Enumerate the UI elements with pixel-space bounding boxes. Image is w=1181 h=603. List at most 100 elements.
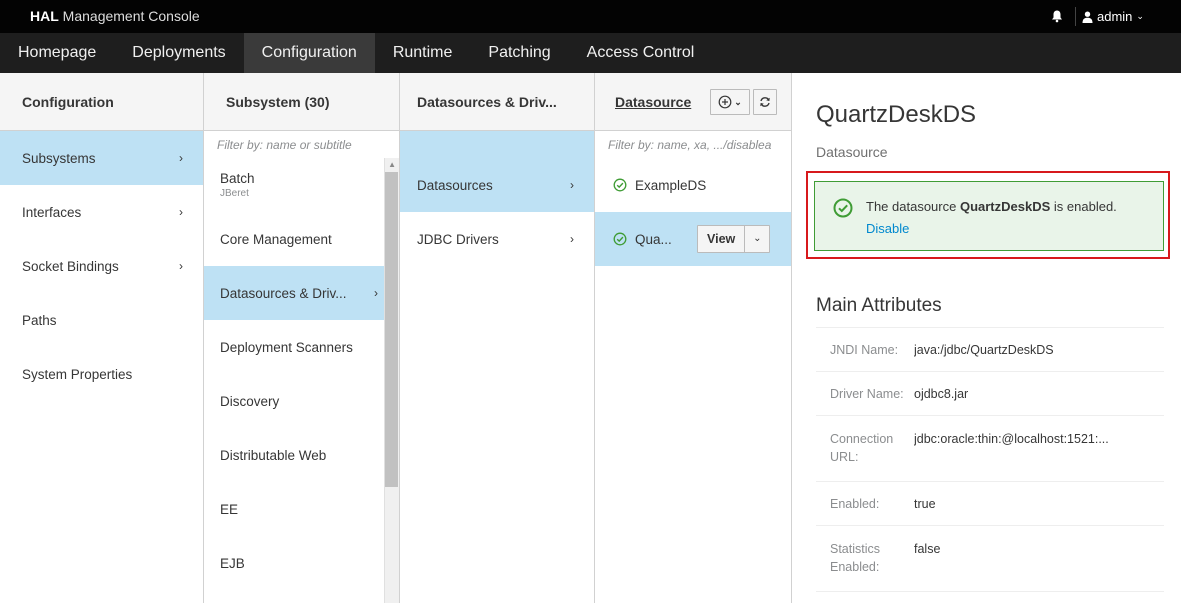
add-button[interactable]: ⌄ bbox=[710, 89, 750, 115]
chevron-right-icon: › bbox=[179, 205, 183, 219]
scrollbar[interactable]: ▲ bbox=[384, 158, 399, 603]
item-label: Core Management bbox=[220, 231, 332, 247]
item-label: System Properties bbox=[22, 366, 133, 382]
column-item-deployment-scanners[interactable]: Deployment Scanners bbox=[204, 320, 399, 374]
attribute-key-line: URL: bbox=[830, 450, 859, 464]
nav-configuration[interactable]: Configuration bbox=[243, 33, 375, 73]
column-item-socket-bindings[interactable]: Socket Bindings › bbox=[0, 239, 203, 293]
column-item-datasources[interactable]: Datasources › bbox=[400, 131, 594, 212]
chevron-right-icon: › bbox=[570, 177, 574, 192]
item-subtitle: JBeret bbox=[220, 188, 249, 199]
alert-prefix: The datasource bbox=[866, 199, 957, 214]
attribute-row: Driver Name: ojdbc8.jar bbox=[816, 372, 1164, 416]
attribute-value: java:/jdbc/QuartzDeskDS bbox=[914, 342, 1054, 357]
view-split-button: View ⌄ bbox=[697, 225, 771, 253]
attribute-row: Enabled: true bbox=[816, 482, 1164, 526]
attribute-key: JNDI Name: bbox=[830, 342, 899, 357]
brand-title[interactable]: HAL Management Console bbox=[30, 0, 200, 33]
datasource-filter-input[interactable] bbox=[595, 131, 791, 158]
item-label: Socket Bindings bbox=[22, 258, 119, 274]
masthead-divider bbox=[1075, 7, 1076, 26]
check-circle-icon bbox=[613, 178, 627, 192]
column-item-datasources-drivers[interactable]: Datasources & Driv... › bbox=[204, 266, 384, 320]
attribute-row: Statistics Enabled: false bbox=[816, 526, 1164, 592]
item-label: Datasources & Driv... bbox=[220, 285, 347, 301]
alert-datasource-name: QuartzDeskDS bbox=[959, 199, 1051, 214]
chevron-right-icon: › bbox=[570, 232, 574, 246]
chevron-down-icon: ⌄ bbox=[734, 96, 742, 107]
column-header: Datasource ⌄ bbox=[595, 73, 791, 131]
user-icon bbox=[1082, 11, 1093, 23]
attribute-key-line: Statistics bbox=[830, 542, 881, 556]
attribute-row: Connection URL: jdbc:oracle:thin:@localh… bbox=[816, 416, 1164, 482]
attribute-key: Enabled: bbox=[830, 496, 880, 511]
column-item-jdbc-drivers[interactable]: JDBC Drivers › bbox=[400, 212, 594, 266]
chevron-down-icon: ⌄ bbox=[1136, 11, 1144, 21]
datasources-drivers-column: Datasources & Driv... Datasources › JDBC… bbox=[400, 73, 595, 603]
detail-pane: QuartzDeskDS Datasource The datasource Q… bbox=[792, 73, 1181, 603]
view-dropdown-toggle[interactable]: ⌄ bbox=[745, 226, 769, 252]
refresh-button[interactable] bbox=[753, 89, 777, 115]
add-circle-icon bbox=[718, 95, 732, 109]
nav-runtime[interactable]: Runtime bbox=[375, 33, 471, 73]
scroll-up-icon[interactable]: ▲ bbox=[388, 160, 396, 169]
user-name: admin bbox=[1097, 9, 1133, 24]
column-item-distributable-web[interactable]: Distributable Web bbox=[204, 428, 399, 482]
subsystem-list: Batch JBeret Core Management Datasources… bbox=[204, 158, 399, 603]
nav-patching[interactable]: Patching bbox=[470, 33, 568, 73]
item-label: Qua... bbox=[635, 231, 672, 247]
chevron-right-icon: › bbox=[374, 286, 378, 300]
item-label: Discovery bbox=[220, 393, 280, 409]
column-title-link[interactable]: Datasource bbox=[615, 94, 691, 110]
column-item-discovery[interactable]: Discovery bbox=[204, 374, 399, 428]
column-item-batch[interactable]: Batch JBeret bbox=[204, 158, 399, 212]
chevron-right-icon: › bbox=[179, 151, 183, 165]
column-item-exampleds[interactable]: ExampleDS bbox=[595, 158, 791, 212]
column-item-core-management[interactable]: Core Management bbox=[204, 212, 399, 266]
attributes-table: JNDI Name: java:/jdbc/QuartzDeskDS Drive… bbox=[816, 327, 1164, 592]
column-item-quartzdeskds[interactable]: Qua... View ⌄ bbox=[595, 212, 791, 266]
item-label: Subsystems bbox=[22, 150, 96, 166]
datasource-column: Datasource ⌄ ExampleDS bbox=[595, 73, 792, 603]
item-label: JDBC Drivers bbox=[417, 231, 499, 247]
column-item-subsystems[interactable]: Subsystems › bbox=[0, 131, 203, 185]
masthead: HAL Management Console admin ⌄ bbox=[0, 0, 1181, 33]
subsystem-column: Subsystem (30) Batch JBeret Core Managem… bbox=[204, 73, 400, 603]
item-label: Deployment Scanners bbox=[220, 339, 353, 355]
nav-homepage[interactable]: Homepage bbox=[0, 33, 114, 73]
column-header: Subsystem (30) bbox=[204, 73, 399, 131]
bell-icon[interactable] bbox=[1050, 9, 1064, 23]
alert-suffix: is enabled. bbox=[1053, 199, 1117, 214]
attribute-key-line: Enabled: bbox=[830, 560, 880, 574]
chevron-right-icon: › bbox=[179, 259, 183, 273]
column-item-system-properties[interactable]: System Properties bbox=[0, 347, 203, 401]
column-item-ee[interactable]: EE bbox=[204, 482, 399, 536]
item-label: Distributable Web bbox=[220, 447, 327, 463]
attribute-key: Statistics Enabled: bbox=[816, 540, 914, 591]
user-menu[interactable]: admin ⌄ bbox=[1082, 0, 1144, 33]
attribute-value: jdbc:oracle:thin:@localhost:1521:... bbox=[914, 432, 1109, 446]
alert-message: The datasource QuartzDeskDS is enabled. bbox=[866, 199, 1117, 214]
configuration-column: Configuration Subsystems › Interfaces › … bbox=[0, 73, 204, 603]
attribute-value: false bbox=[914, 542, 941, 556]
subsystem-filter-input[interactable] bbox=[204, 131, 399, 158]
detail-subtitle: Datasource bbox=[816, 144, 888, 160]
column-item-paths[interactable]: Paths bbox=[0, 293, 203, 347]
item-label: Interfaces bbox=[22, 204, 82, 220]
attribute-key: Connection URL: bbox=[816, 430, 914, 481]
primary-nav: Homepage Deployments Configuration Runti… bbox=[0, 33, 1181, 73]
nav-deployments[interactable]: Deployments bbox=[114, 33, 243, 73]
check-circle-icon bbox=[833, 198, 853, 218]
view-button[interactable]: View bbox=[698, 226, 746, 252]
check-circle-icon bbox=[613, 232, 627, 246]
disable-link[interactable]: Disable bbox=[866, 221, 909, 236]
brand-name: Management Console bbox=[62, 8, 200, 24]
nav-access-control[interactable]: Access Control bbox=[569, 33, 713, 73]
column-item-interfaces[interactable]: Interfaces › bbox=[0, 185, 203, 239]
scrollbar-thumb[interactable] bbox=[385, 172, 398, 487]
brand-bold: HAL bbox=[30, 8, 59, 24]
column-item-ejb[interactable]: EJB bbox=[204, 536, 399, 590]
attribute-key-line: Connection bbox=[830, 432, 894, 446]
item-label: Batch bbox=[220, 171, 255, 186]
attribute-value: true bbox=[914, 496, 936, 511]
